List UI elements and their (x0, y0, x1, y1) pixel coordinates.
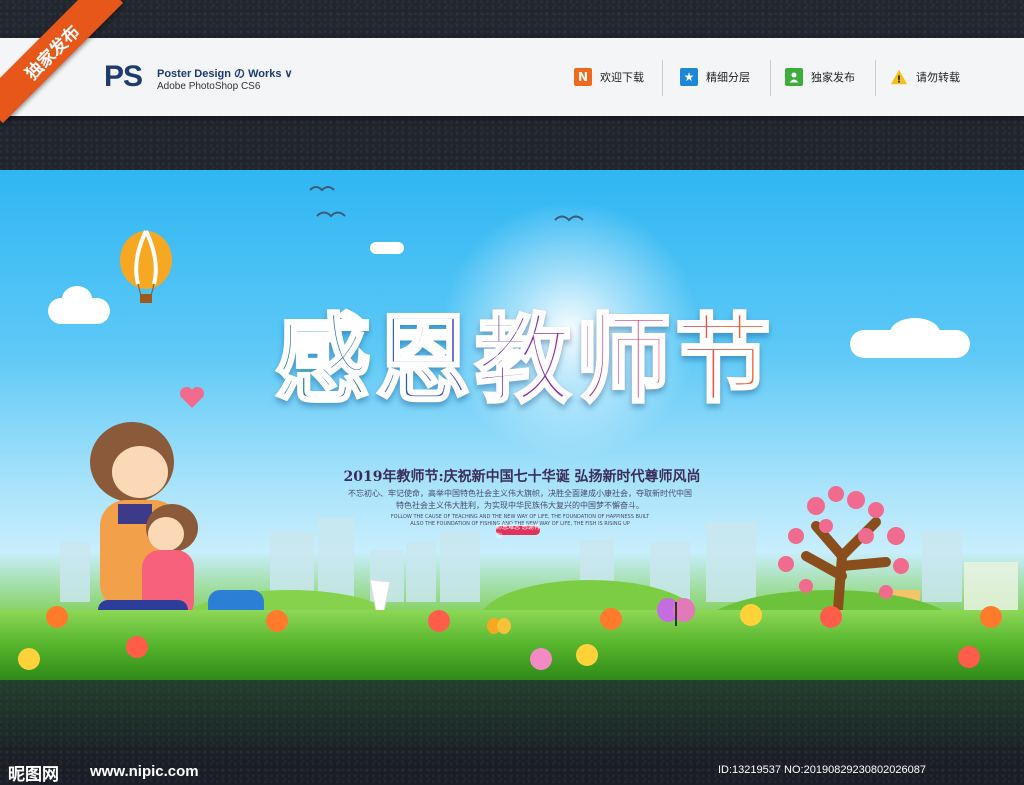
poster-paragraph: 不忘初心、牢记使命，高举中国特色社会主义伟大旗帜，决胜全面建成小康社会，夺取新时… (348, 489, 692, 510)
star-icon: ★ (680, 68, 698, 86)
image-id-text: ID:13219537 NO:20190829230802026087 (718, 764, 926, 776)
footer-bar: 昵图网 www.nipic.com ID:13219537 NO:2019082… (0, 752, 1024, 785)
cloud (890, 318, 940, 348)
flower (958, 646, 980, 668)
n-icon: N (574, 68, 592, 86)
header-item-exclusive[interactable]: 独家发布 (785, 66, 855, 88)
brand-subtitle: Adobe PhotoShop CS6 (157, 81, 261, 92)
header-item-layers[interactable]: ★ 精细分层 (680, 66, 750, 88)
flower (428, 610, 450, 632)
heart-icon (179, 386, 205, 408)
building (922, 532, 962, 602)
header-item-label: 欢迎下载 (600, 71, 644, 84)
header-item-welcome[interactable]: N 欢迎下载 (574, 66, 644, 88)
header-item-label: 独家发布 (811, 71, 855, 84)
building (706, 522, 756, 602)
butterfly-icon (657, 598, 695, 626)
ps-logo: PS (104, 60, 143, 93)
user-icon (785, 68, 803, 86)
birds-icon (309, 186, 584, 222)
flower (980, 606, 1002, 628)
divider (875, 60, 876, 96)
poster-reflection (0, 680, 1024, 760)
flower (820, 606, 842, 628)
grass (0, 610, 1024, 680)
flower (530, 648, 552, 670)
cloud (370, 242, 404, 254)
warning-icon: ! (890, 68, 908, 86)
divider (770, 60, 771, 96)
header-item-no-repost[interactable]: ! 请勿转载 (890, 66, 960, 88)
flower (18, 648, 40, 670)
header-item-label: 精细分层 (706, 71, 750, 84)
flower (740, 604, 762, 626)
header-item-label: 请勿转载 (916, 71, 960, 84)
butterfly-icon (487, 618, 511, 634)
poster-banner: 感恩教师节 2019年教师节:庆祝新中国七十华诞 弘扬新时代尊师风尚 不忘初心、… (0, 170, 1024, 680)
hot-air-balloon-icon (120, 230, 172, 303)
brand-title: Poster Design の Works ∨ (157, 68, 293, 80)
flower (126, 636, 148, 658)
flower (266, 610, 288, 632)
site-url-link[interactable]: www.nipic.com (90, 763, 199, 780)
poster-subtitle: 2019年教师节:庆祝新中国七十华诞 弘扬新时代尊师风尚 (343, 469, 701, 485)
nipic-logo: 昵图网 (8, 765, 59, 785)
cloud (62, 286, 92, 312)
flower (600, 608, 622, 630)
poster-tagline: 师恩难忘 感谢有你 (496, 523, 540, 540)
svg-text:!: ! (897, 74, 902, 85)
poster-title: 感恩教师节 (215, 282, 835, 421)
flower (46, 606, 68, 628)
header-bar: PS Poster Design の Works ∨ Adobe PhotoSh… (0, 38, 1024, 116)
flower (576, 644, 598, 666)
divider (662, 60, 663, 96)
